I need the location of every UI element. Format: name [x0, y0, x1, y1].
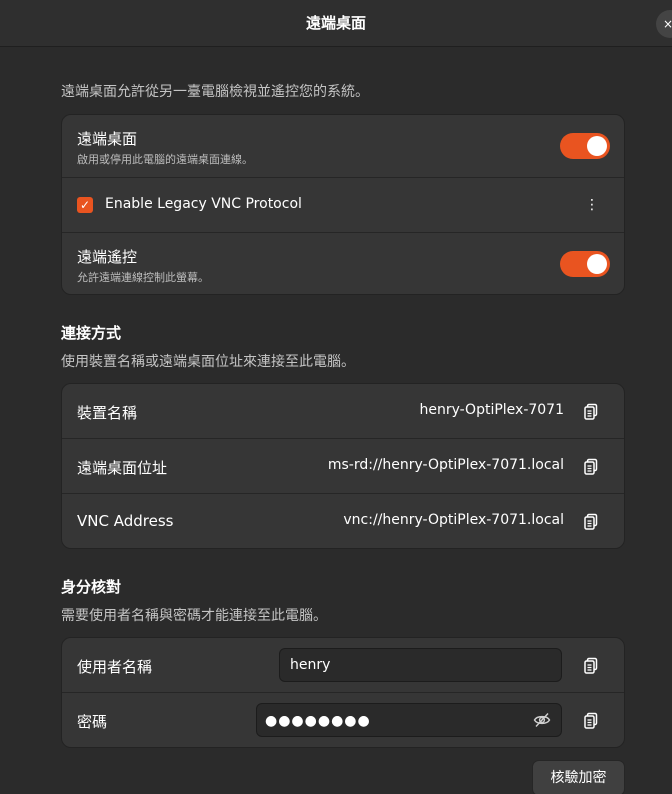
connect-section-title: 連接方式 [61, 324, 122, 342]
intro-description: 遠端桌面允許從另一臺電腦檢視並遙控您的系統。 [61, 84, 369, 100]
connect-card: 裝置名稱 henry-OptiPlex-7071 遠端桌面位址 ms-rd://… [61, 383, 625, 549]
copy-icon[interactable] [583, 403, 599, 421]
remote-control-title: 遠端遙控 [77, 248, 138, 266]
vnc-address-row: VNC Address vnc://henry-OptiPlex-7071.lo… [62, 494, 624, 548]
auth-description: 需要使用者名稱與密碼才能連接至此電腦。 [61, 608, 327, 624]
header-bar: 遠端桌面 × [0, 0, 672, 47]
device-name-label: 裝置名稱 [77, 404, 138, 422]
copy-icon[interactable] [583, 657, 599, 675]
window-title: 遠端桌面 [305, 14, 366, 32]
remote-address-row: 遠端桌面位址 ms-rd://henry-OptiPlex-7071.local [62, 439, 624, 494]
close-icon: × [663, 17, 672, 31]
device-name-value: henry-OptiPlex-7071 [419, 402, 564, 418]
more-options-icon[interactable]: ⋮ [582, 192, 602, 218]
username-label: 使用者名稱 [77, 658, 153, 676]
password-masked-value: ●●●●●●●● [265, 713, 371, 729]
copy-icon[interactable] [583, 712, 599, 730]
auth-card: 使用者名稱 henry 密碼 ●●●●●●●● [61, 637, 625, 748]
remote-control-subtitle: 允許遠端連線控制此螢幕。 [77, 271, 209, 284]
remote-desktop-row[interactable]: 遠端桌面 啟用或停用此電腦的遠端桌面連線。 [62, 115, 624, 178]
password-input[interactable]: ●●●●●●●● [256, 703, 562, 737]
remote-control-row[interactable]: 遠端遙控 允許遠端連線控制此螢幕。 [62, 233, 624, 294]
connect-description: 使用裝置名稱或遠端桌面位址來連接至此電腦。 [61, 354, 355, 370]
remote-desktop-card: 遠端桌面 啟用或停用此電腦的遠端桌面連線。 ✓ Enable Legacy VN… [61, 114, 625, 295]
copy-icon[interactable] [583, 513, 599, 531]
remote-desktop-window: 遠端桌面 × 遠端桌面允許從另一臺電腦檢視並遙控您的系統。 遠端桌面 啟用或停用… [0, 0, 672, 794]
username-input[interactable]: henry [279, 648, 562, 682]
remote-control-switch[interactable] [560, 251, 610, 277]
device-name-row: 裝置名稱 henry-OptiPlex-7071 [62, 384, 624, 439]
password-label: 密碼 [77, 713, 108, 731]
legacy-vnc-checkbox[interactable]: ✓ [77, 197, 93, 213]
remote-desktop-switch[interactable] [560, 133, 610, 159]
verify-encryption-button[interactable]: 核驗加密 [532, 760, 625, 794]
remote-address-value: ms-rd://henry-OptiPlex-7071.local [327, 457, 564, 473]
legacy-vnc-row[interactable]: ✓ Enable Legacy VNC Protocol ⋮ [62, 178, 624, 233]
eye-hidden-icon[interactable] [533, 712, 551, 728]
password-row: 密碼 ●●●●●●●● [62, 693, 624, 747]
remote-desktop-subtitle: 啟用或停用此電腦的遠端桌面連線。 [77, 153, 253, 166]
remote-address-label: 遠端桌面位址 [77, 459, 168, 477]
vnc-address-label: VNC Address [77, 512, 174, 530]
vnc-address-value: vnc://henry-OptiPlex-7071.local [343, 512, 564, 528]
copy-icon[interactable] [583, 458, 599, 476]
legacy-vnc-label: Enable Legacy VNC Protocol [105, 196, 302, 212]
username-value: henry [290, 657, 331, 673]
remote-desktop-title: 遠端桌面 [77, 130, 138, 148]
username-row: 使用者名稱 henry [62, 638, 624, 693]
auth-section-title: 身分核對 [61, 578, 122, 596]
